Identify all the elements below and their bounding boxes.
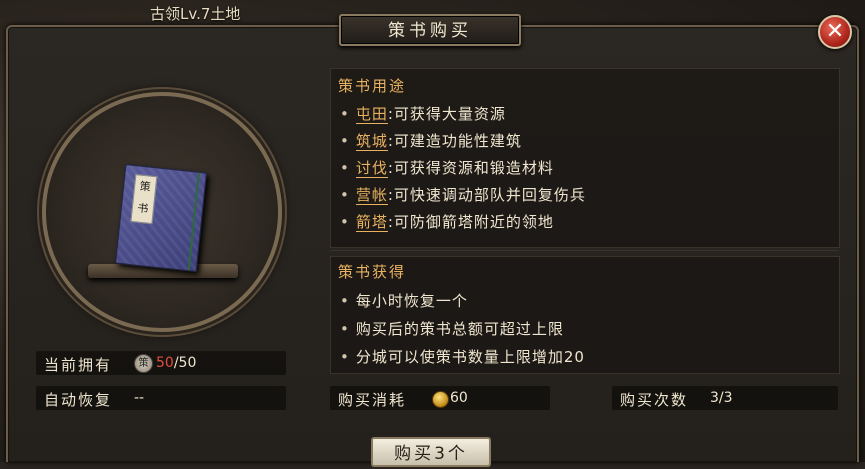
cost-label: 购买消耗 [338,391,407,409]
usage-text: :可建造功能性建筑 [387,132,522,150]
section-divider [330,250,838,251]
close-button[interactable]: ✕ [818,15,852,49]
bullet-icon: • [340,105,350,123]
obtain-item: • 分城可以使策书数量上限增加20 [340,346,585,367]
recover-value: -- [134,390,145,406]
usage-keyword[interactable]: 讨伐 [355,159,388,178]
dialog-title: 策书购买 [339,14,521,46]
buy-button[interactable]: 购买3个 [371,437,491,467]
usage-item: • 箭塔:可防御箭塔附近的领地 [340,211,554,232]
background-land-title: 古领Lv.7土地 [150,5,241,23]
owned-value: 50/50 [156,355,196,371]
bullet-icon: • [340,348,350,366]
obtain-text: 购买后的策书总额可超过上限 [355,320,564,338]
obtain-item: • 购买后的策书总额可超过上限 [340,318,564,339]
obtain-item: • 每小时恢复一个 [340,290,468,311]
usage-keyword[interactable]: 营帐 [355,186,388,205]
usage-item: • 屯田:可获得大量资源 [340,103,506,124]
book-label: 策书 [130,174,158,225]
usage-text: :可获得资源和锻造材料 [387,159,554,177]
bullet-icon: • [340,186,350,204]
cost-value: 60 [450,390,468,406]
usage-item: • 营帐:可快速调动部队并回复伤兵 [340,184,586,205]
obtain-text: 分城可以使策书数量上限增加20 [355,348,585,366]
times-label: 购买次数 [620,391,689,409]
usage-keyword[interactable]: 屯田 [355,105,388,124]
bullet-icon: • [340,320,350,338]
strategy-book-icon: 策书 [114,163,208,273]
usage-text: :可防御箭塔附近的领地 [387,213,554,231]
bullet-icon: • [340,292,350,310]
gold-coin-icon [432,391,449,408]
bullet-icon: • [340,132,350,150]
usage-text: :可快速调动部队并回复伤兵 [387,186,586,204]
usage-text: :可获得大量资源 [387,105,506,123]
usage-title: 策书用途 [338,77,407,95]
owned-label: 当前拥有 [44,356,113,374]
owned-current: 50 [156,355,174,371]
owned-max: /50 [173,355,197,371]
times-value: 3/3 [710,390,733,406]
usage-keyword[interactable]: 筑城 [355,132,388,151]
bullet-icon: • [340,159,350,177]
obtain-text: 每小时恢复一个 [355,292,468,310]
usage-keyword[interactable]: 箭塔 [355,213,388,232]
recover-label: 自动恢复 [44,391,113,409]
bullet-icon: • [340,213,350,231]
obtain-title: 策书获得 [338,263,407,281]
usage-item: • 讨伐:可获得资源和锻造材料 [340,157,554,178]
strategy-token-icon: 策 [134,354,153,373]
usage-item: • 筑城:可建造功能性建筑 [340,130,522,151]
